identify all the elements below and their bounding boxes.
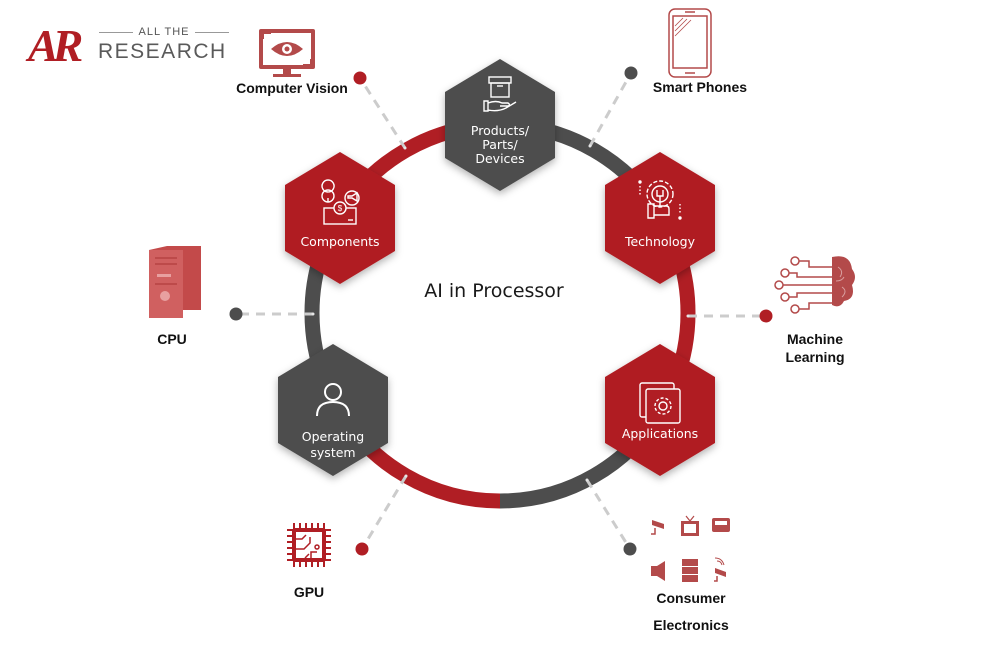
server-icon: [682, 559, 698, 582]
outer-label-gpu: GPU: [294, 584, 324, 600]
hex-label-applications: Applications: [622, 426, 698, 441]
brain-circuit-icon: [774, 256, 855, 314]
monitor-eye-icon: [259, 29, 315, 77]
outer-label-consumer-electronics: Consumer: [656, 590, 726, 606]
chip-icon: [287, 523, 331, 567]
hex-label-technology: Technology: [624, 234, 696, 249]
smartphone-icon: [668, 8, 712, 78]
app-window-gear-icon: [639, 382, 681, 424]
outer-label-smart-phones: Smart Phones: [653, 79, 747, 95]
connector-smart-phones: [588, 72, 633, 147]
connector-dot-gpu: [355, 542, 369, 556]
center-title: AI in Processor: [424, 280, 564, 302]
wireless-camera-icon: [714, 557, 726, 582]
connector-dot-computer-vision: [353, 71, 367, 85]
connector-dot-smart-phones: [624, 66, 638, 80]
radio-cassette-icon: [712, 518, 730, 532]
desktop-tower-icon: [149, 246, 201, 318]
hex-label-products: Devices: [475, 151, 524, 166]
hex-label-operating-system: system: [310, 445, 355, 460]
ai-processor-diagram: AI in Processor $ Products/Parts/Devices…: [149, 8, 855, 633]
svg-text:$: $: [338, 204, 343, 213]
outer-label-machine-learning: Learning: [785, 349, 844, 365]
ring-anchor-gpu: [404, 474, 408, 478]
connector-computer-vision: [358, 77, 407, 149]
connector-dot-machine-learning: [759, 309, 773, 323]
ring-anchor-smart-phones: [588, 144, 592, 148]
outer-label-computer-vision: Computer Vision: [236, 80, 348, 96]
connector-gpu: [360, 475, 408, 550]
outer-label-consumer-electronics: Electronics: [653, 617, 729, 633]
consumer-electronics-icons: [651, 515, 730, 582]
hex-label-operating-system: Operating: [302, 429, 365, 444]
outer-label-cpu: CPU: [157, 331, 187, 347]
connector-consumer-electronics: [585, 479, 632, 550]
hex-label-products: Products/: [471, 123, 530, 138]
outer-label-machine-learning: Machine: [787, 331, 843, 347]
ring-anchor-cpu: [311, 312, 315, 316]
speaker-icon: [651, 561, 665, 581]
tv-icon: [681, 515, 699, 536]
connector-dot-cpu: [229, 307, 243, 321]
connector-dot-consumer-electronics: [623, 542, 637, 556]
ring-anchor-consumer-electronics: [585, 478, 589, 482]
ring-anchor-computer-vision: [403, 146, 407, 150]
cctv-camera-icon: [651, 520, 664, 535]
ring-anchor-machine-learning: [686, 314, 690, 318]
hex-label-products: Parts/: [482, 137, 518, 152]
hex-label-components: Components: [300, 234, 379, 249]
